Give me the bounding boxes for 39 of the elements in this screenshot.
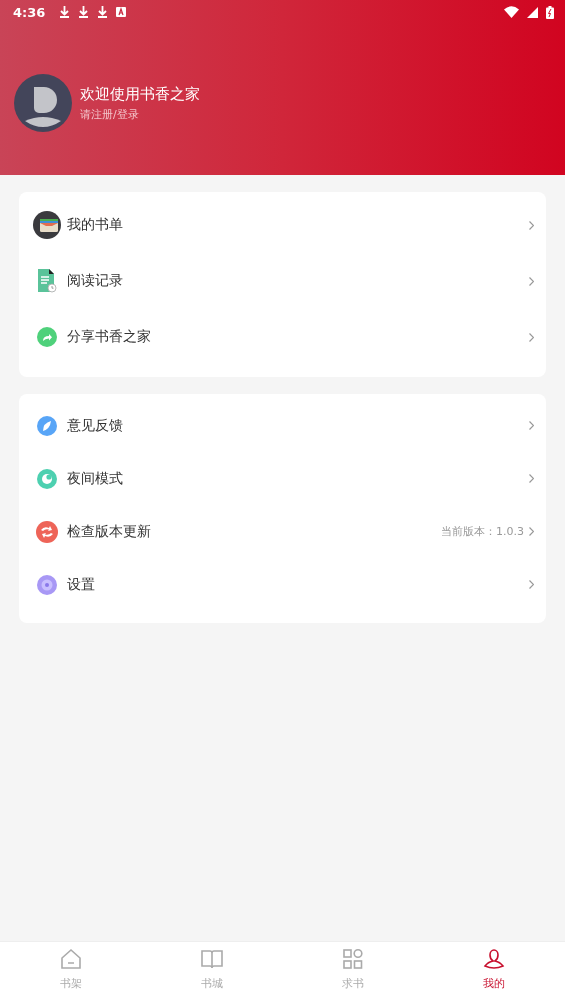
menu-item[interactable]: 夜间模式: [19, 452, 546, 505]
version-text: 当前版本：1.0.3: [441, 524, 524, 539]
download-icon: [59, 6, 71, 18]
download-icon: [78, 6, 90, 18]
wallet-icon: [33, 211, 61, 239]
person-icon: [483, 948, 506, 970]
menu-item[interactable]: 意见反馈: [19, 399, 546, 452]
menu-label: 检查版本更新: [67, 522, 151, 541]
signal-icon: [527, 6, 538, 18]
avatar-icon[interactable]: [14, 74, 72, 132]
menu-label: 阅读记录: [67, 272, 123, 290]
nav-tab[interactable]: 我的: [423, 942, 565, 1004]
chevron-icon: [529, 332, 534, 342]
menu-item[interactable]: 检查版本更新 当前版本：1.0.3: [19, 505, 546, 558]
chevron-icon: [529, 220, 534, 230]
chevron-icon: [529, 276, 534, 286]
menu-item[interactable]: 阅读记录: [19, 253, 546, 309]
menu-label: 意见反馈: [67, 416, 123, 435]
menu-item[interactable]: 我的书单: [19, 197, 546, 253]
refresh-icon: [33, 520, 61, 543]
app-notification-icon: [116, 7, 127, 17]
menu-item[interactable]: 设置: [19, 558, 546, 611]
welcome-title: 欢迎使用书香之家: [80, 84, 200, 104]
grid-icon: [342, 948, 365, 970]
download-icon: [97, 6, 109, 18]
wifi-icon: [504, 6, 519, 18]
chevron-icon: [529, 474, 534, 483]
chevron-icon: [529, 527, 534, 536]
book-icon: [200, 948, 223, 970]
home-icon: [59, 948, 82, 970]
menu-item[interactable]: 分享书香之家: [19, 309, 546, 365]
battery-icon: [546, 5, 554, 19]
chevron-icon: [529, 421, 534, 430]
menu-label: 设置: [67, 575, 95, 594]
menu-label: 我的书单: [67, 216, 123, 234]
menu-label: 分享书香之家: [67, 328, 151, 346]
chevron-icon: [529, 580, 534, 589]
menu-label: 夜间模式: [67, 469, 123, 488]
status-time: 4:36: [13, 4, 46, 20]
